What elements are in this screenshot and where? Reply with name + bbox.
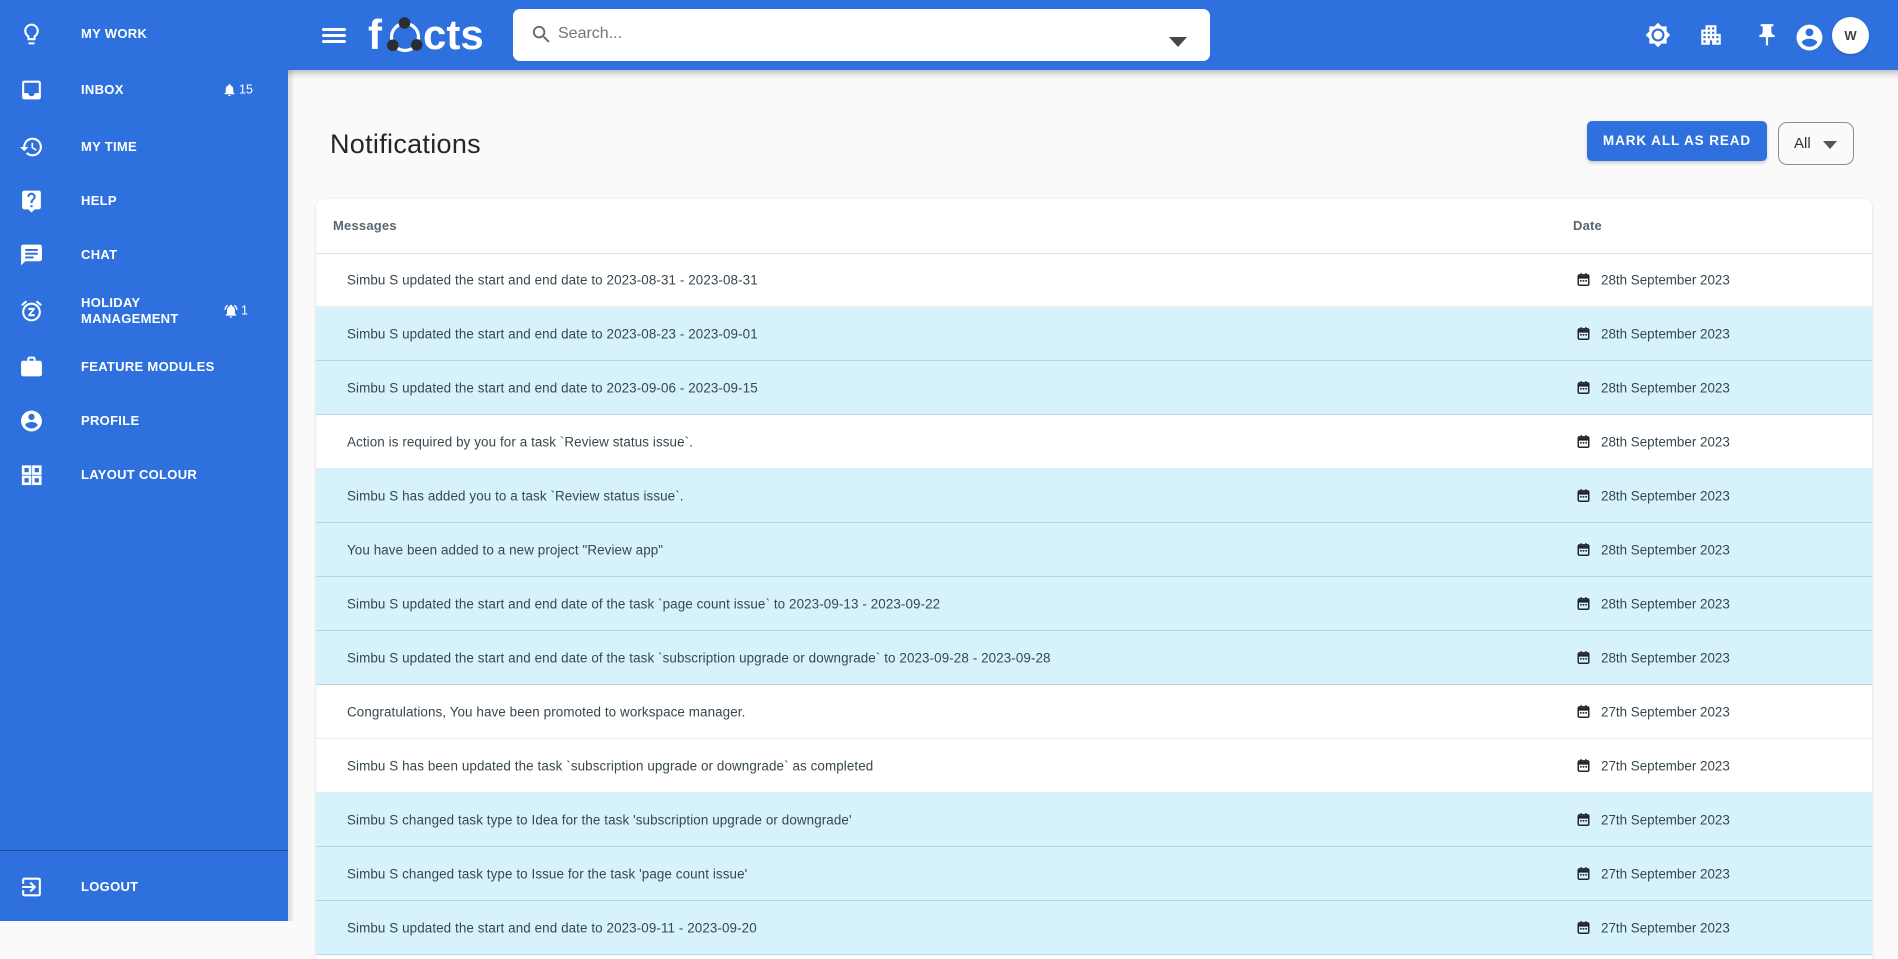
svg-text:f: f [368,11,383,58]
svg-text:cts: cts [423,11,484,58]
